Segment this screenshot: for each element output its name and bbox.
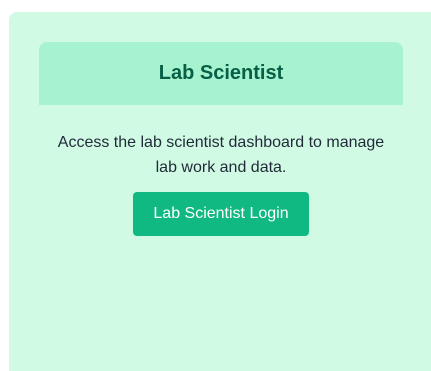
card-header: Lab Scientist [39,42,403,105]
card-body: Access the lab scientist dashboard to ma… [39,105,403,236]
card-title: Lab Scientist [158,62,284,84]
lab-scientist-card: Lab Scientist Access the lab scientist d… [39,42,403,236]
card-description: Access the lab scientist dashboard to ma… [57,134,385,176]
lab-scientist-login-button[interactable]: Lab Scientist Login [133,192,309,236]
lab-scientist-panel: Lab Scientist Access the lab scientist d… [9,12,431,371]
